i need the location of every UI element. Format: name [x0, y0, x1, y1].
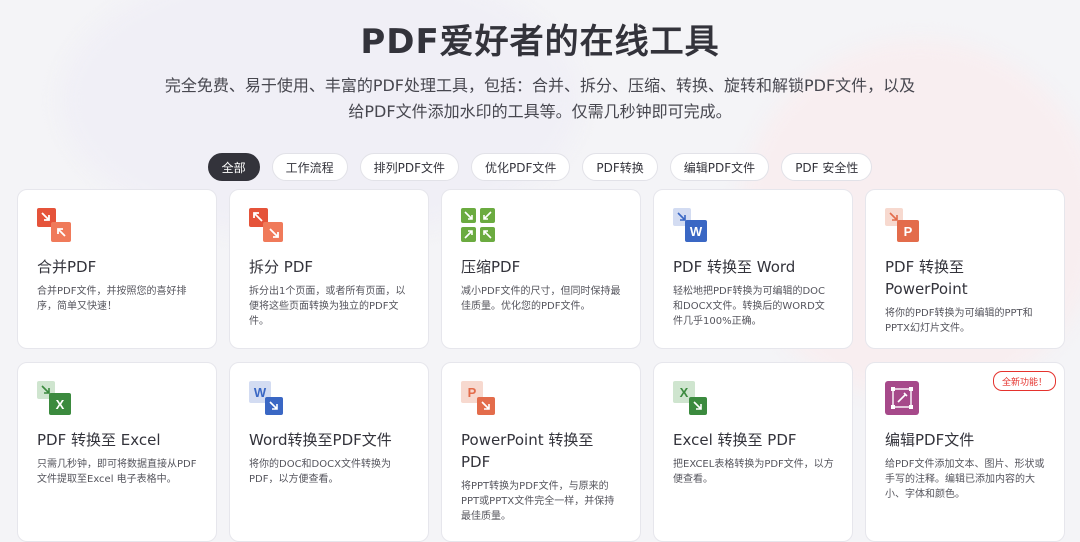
- edit-pdf-icon: [885, 381, 919, 415]
- icon-letter: W: [254, 385, 267, 400]
- filter-organize-pdf[interactable]: 排列PDF文件: [359, 153, 460, 181]
- tool-description: 给PDF文件添加文本、图片、形状或手写的注释。编辑已添加内容的大小、字体和颜色。: [885, 459, 1045, 500]
- new-feature-badge: 全新功能！: [992, 371, 1056, 391]
- tool-title: 压缩PDF: [461, 258, 521, 276]
- filter-optimize-pdf[interactable]: 优化PDF文件: [471, 153, 571, 181]
- tool-card-merge-pdf[interactable]: 合并PDF 合并PDF文件，并按照您的喜好排序，简单又快速！: [17, 189, 217, 349]
- split-pdf-icon: [249, 208, 283, 242]
- tools-grid: 合并PDF 合并PDF文件，并按照您的喜好排序，简单又快速！ 拆分 PDF 拆分…: [17, 189, 1065, 542]
- filter-edit-pdf[interactable]: 编辑PDF文件: [669, 153, 770, 181]
- pdf-to-word-icon: W: [673, 208, 707, 242]
- tool-card-pdf-to-word[interactable]: W PDF 转换至 Word 轻松地把PDF转换为可编辑的DOC和DOCX文件。…: [653, 189, 853, 349]
- icon-letter: W: [690, 224, 703, 239]
- tool-card-pdf-to-excel[interactable]: X PDF 转换至 Excel 只需几秒钟，即可将数据直接从PDF文件提取至Ex…: [17, 362, 217, 542]
- tool-description: 将你的PDF转换为可编辑的PPT和PPTX幻灯片文件。: [885, 308, 1033, 334]
- tool-description: 减小PDF文件的尺寸，但同时保持最佳质量。优化您的PDF文件。: [461, 286, 621, 312]
- tool-title: PowerPoint 转换至 PDF: [461, 431, 594, 471]
- tool-card-compress-pdf[interactable]: 压缩PDF 减小PDF文件的尺寸，但同时保持最佳质量。优化您的PDF文件。: [441, 189, 641, 349]
- page-header: PDF爱好者的在线工具 完全免费、易于使用、丰富的PDF处理工具，包括：合并、拆…: [0, 0, 1080, 125]
- tool-description: 轻松地把PDF转换为可编辑的DOC和DOCX文件。转换后的WORD文件几乎100…: [673, 286, 826, 327]
- compress-pdf-icon: [461, 208, 495, 242]
- merge-pdf-icon: [37, 208, 71, 242]
- tool-card-word-to-pdf[interactable]: W Word转换至PDF文件 将你的DOC和DOCX文件转换为PDF，以方便查看…: [229, 362, 429, 542]
- tool-description: 把EXCEL表格转换为PDF文件，以方便查看。: [673, 459, 834, 485]
- icon-letter: X: [680, 385, 689, 400]
- pdf-to-excel-icon: X: [37, 381, 71, 415]
- icon-letter: P: [904, 224, 913, 239]
- pdf-to-powerpoint-icon: P: [885, 208, 919, 242]
- tool-card-excel-to-pdf[interactable]: X Excel 转换至 PDF 把EXCEL表格转换为PDF文件，以方便查看。: [653, 362, 853, 542]
- filter-all[interactable]: 全部: [207, 153, 260, 181]
- tool-title: Word转换至PDF文件: [249, 431, 392, 449]
- tool-title: PDF 转换至 Excel: [37, 431, 161, 449]
- filter-pdf-security[interactable]: PDF 安全性: [781, 153, 873, 181]
- tool-description: 将PPT转换为PDF文件，与原来的PPT或PPTX文件完全一样，并保持最佳质量。: [461, 481, 615, 522]
- filter-workflow[interactable]: 工作流程: [271, 153, 348, 181]
- tool-title: PDF 转换至 PowerPoint: [885, 258, 968, 298]
- tool-description: 将你的DOC和DOCX文件转换为PDF，以方便查看。: [249, 459, 391, 485]
- tool-card-edit-pdf[interactable]: 全新功能！ 编辑PDF文件 给PDF文件添加文本、图片、形状或手写的注释。编辑已…: [865, 362, 1065, 542]
- page-title: PDF爱好者的在线工具: [360, 22, 720, 62]
- tool-title: Excel 转换至 PDF: [673, 431, 797, 449]
- tool-title: 编辑PDF文件: [885, 431, 975, 449]
- tool-title: 拆分 PDF: [249, 258, 313, 276]
- tool-card-powerpoint-to-pdf[interactable]: P PowerPoint 转换至 PDF 将PPT转换为PDF文件，与原来的PP…: [441, 362, 641, 542]
- tool-description: 只需几秒钟，即可将数据直接从PDF文件提取至Excel 电子表格中。: [37, 459, 197, 485]
- tool-title: 合并PDF: [37, 258, 97, 276]
- tool-description: 拆分出1个页面，或者所有页面，以便将这些页面转换为独立的PDF文件。: [249, 286, 406, 327]
- filter-convert-pdf[interactable]: PDF转换: [582, 153, 658, 181]
- tool-description: 合并PDF文件，并按照您的喜好排序，简单又快速！: [37, 286, 187, 312]
- category-filters: 全部 工作流程 排列PDF文件 优化PDF文件 PDF转换 编辑PDF文件 PD…: [0, 153, 1080, 181]
- icon-letter: P: [468, 385, 477, 400]
- excel-to-pdf-icon: X: [673, 381, 707, 415]
- icon-letter: X: [56, 397, 65, 412]
- page-subtitle: 完全免费、易于使用、丰富的PDF处理工具，包括：合并、拆分、压缩、转换、旋转和解…: [164, 76, 916, 121]
- tool-title: PDF 转换至 Word: [673, 258, 796, 276]
- tool-card-pdf-to-powerpoint[interactable]: P PDF 转换至 PowerPoint 将你的PDF转换为可编辑的PPT和PP…: [865, 189, 1065, 349]
- tool-card-split-pdf[interactable]: 拆分 PDF 拆分出1个页面，或者所有页面，以便将这些页面转换为独立的PDF文件…: [229, 189, 429, 349]
- powerpoint-to-pdf-icon: P: [461, 381, 495, 415]
- word-to-pdf-icon: W: [249, 381, 283, 415]
